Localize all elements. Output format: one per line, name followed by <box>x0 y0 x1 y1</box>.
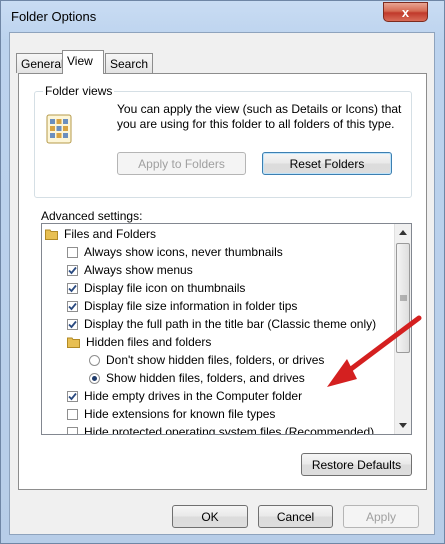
list-item-display-full-path[interactable]: Display the full path in the title bar (… <box>67 315 376 333</box>
list-item-always-show-icons[interactable]: Always show icons, never thumbnails <box>67 243 283 261</box>
tab-view-label: View <box>67 54 93 68</box>
radio-button[interactable] <box>89 354 100 366</box>
folder-icon <box>45 229 58 240</box>
folder-views-group: Folder views You can apply the view (suc… <box>34 84 412 198</box>
scroll-down-button[interactable] <box>395 417 411 434</box>
checkbox-checked[interactable] <box>67 282 78 294</box>
title-bar[interactable]: Folder Options x <box>1 1 444 33</box>
reset-folders-button[interactable]: Reset Folders <box>262 152 392 175</box>
scroll-up-button[interactable] <box>395 224 411 241</box>
radio-button-selected[interactable] <box>89 372 100 384</box>
folder-options-window: Folder Options x General View Search Fol… <box>0 0 445 544</box>
checkbox-checked[interactable] <box>67 300 78 312</box>
cancel-button[interactable]: Cancel <box>258 505 333 528</box>
list-item-display-file-size[interactable]: Display file size information in folder … <box>67 297 297 315</box>
close-button[interactable]: x <box>383 2 428 22</box>
list-item-files-and-folders: Files and Folders <box>45 225 156 243</box>
checkbox[interactable] <box>67 246 78 258</box>
check-mark-icon <box>68 392 77 400</box>
list-item-label: Files and Folders <box>64 227 157 241</box>
check-mark-icon <box>68 266 77 274</box>
list-item-label: Don't show hidden files, folders, or dri… <box>106 353 325 367</box>
list-item-hide-empty-drives[interactable]: Hide empty drives in the Computer folder <box>67 387 302 405</box>
checkbox[interactable] <box>67 426 78 434</box>
list-item-show-hidden[interactable]: Show hidden files, folders, and drives <box>89 369 305 387</box>
vertical-scrollbar[interactable] <box>394 224 411 434</box>
list-item-label: Show hidden files, folders, and drives <box>106 371 305 385</box>
checkbox-checked[interactable] <box>67 390 78 402</box>
apply-label: Apply <box>365 509 397 524</box>
apply-button[interactable]: Apply <box>343 505 419 528</box>
apply-to-folders-button[interactable]: Apply to Folders <box>117 152 246 175</box>
advanced-settings-list[interactable]: Files and Folders Always show icons, nev… <box>41 223 412 435</box>
advanced-settings-label: Advanced settings: <box>41 209 143 223</box>
list-item-always-show-menus[interactable]: Always show menus <box>67 261 193 279</box>
chevron-down-icon <box>399 423 407 428</box>
folder-views-label: Folder views <box>43 84 115 98</box>
list-item-display-file-icon[interactable]: Display file icon on thumbnails <box>67 279 245 297</box>
list-item-label: Always show icons, never thumbnails <box>84 245 283 259</box>
scrollbar-thumb[interactable] <box>396 243 410 353</box>
view-tab-panel: Folder views You can apply the view (suc… <box>18 73 427 490</box>
tab-general-label: General <box>21 57 64 71</box>
list-item-label: Display the full path in the title bar (… <box>84 317 377 331</box>
tab-search[interactable]: Search <box>105 53 154 73</box>
list-item-label: Hidden files and folders <box>86 335 212 349</box>
dialog-client-area: General View Search Folder views You can… <box>9 32 435 535</box>
folder-icon <box>67 337 80 348</box>
checkbox[interactable] <box>67 408 78 420</box>
check-mark-icon <box>68 284 77 292</box>
chevron-up-icon <box>399 230 407 235</box>
checkbox-checked[interactable] <box>67 264 78 276</box>
list-item-label: Display file icon on thumbnails <box>84 281 246 295</box>
close-icon: x <box>401 4 410 20</box>
tab-search-label: Search <box>110 57 149 71</box>
restore-defaults-label: Restore Defaults <box>311 457 402 472</box>
list-item-dont-show-hidden[interactable]: Don't show hidden files, folders, or dri… <box>89 351 324 369</box>
tab-view[interactable]: View <box>62 50 104 74</box>
list-item-hidden-files-and-folders: Hidden files and folders <box>67 333 211 351</box>
cancel-label: Cancel <box>276 509 315 524</box>
reset-folders-label: Reset Folders <box>289 156 365 171</box>
window-title: Folder Options <box>11 9 97 24</box>
apply-to-folders-label: Apply to Folders <box>138 156 225 171</box>
list-item-label: Hide empty drives in the Computer folder <box>84 389 303 403</box>
list-item-hide-extensions[interactable]: Hide extensions for known file types <box>67 405 275 423</box>
check-mark-icon <box>68 320 77 328</box>
list-item-label: Always show menus <box>84 263 193 277</box>
folder-views-icon <box>46 114 72 144</box>
checkbox-checked[interactable] <box>67 318 78 330</box>
list-item-label: Hide protected operating system files (R… <box>84 425 375 435</box>
check-mark-icon <box>68 302 77 310</box>
list-item-label: Hide extensions for known file types <box>84 407 276 421</box>
ok-label: OK <box>201 509 219 524</box>
ok-button[interactable]: OK <box>172 505 248 528</box>
list-item-hide-protected-files[interactable]: Hide protected operating system files (R… <box>67 423 375 435</box>
radio-dot-icon <box>92 375 97 381</box>
folder-views-description: You can apply the view (such as Details … <box>117 102 402 131</box>
grip-icon <box>399 295 407 301</box>
tab-general[interactable]: General <box>16 53 69 73</box>
list-item-label: Display file size information in folder … <box>84 299 298 313</box>
restore-defaults-button[interactable]: Restore Defaults <box>301 453 412 476</box>
